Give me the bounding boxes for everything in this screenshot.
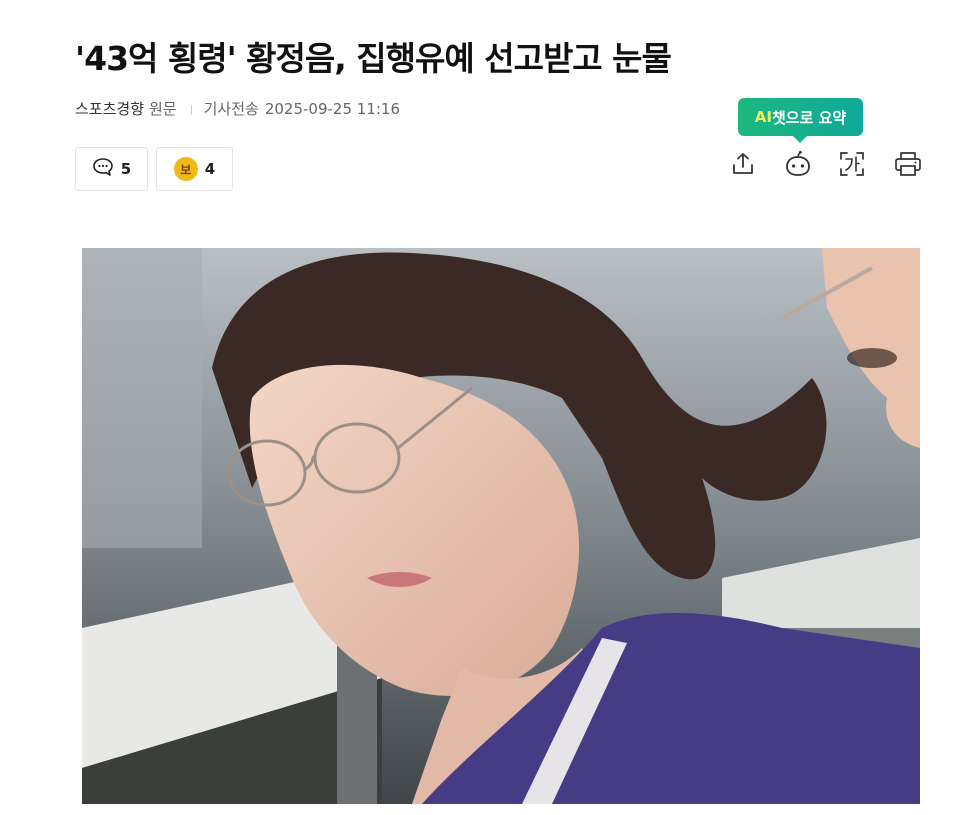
sent-time: 2025-09-25 11:16: [264, 100, 400, 118]
font-size-icon: [838, 150, 866, 182]
original-link[interactable]: 원문: [149, 100, 177, 118]
ai-summary-tooltip[interactable]: AI 챗으로 요약: [738, 98, 863, 143]
meta-divider: [190, 104, 192, 115]
ai-chat-button[interactable]: [782, 150, 814, 182]
comments-count: 5: [120, 160, 132, 178]
print-button[interactable]: [892, 150, 924, 182]
article-headline: '43억 횡령' 황정음, 집행유예 선고받고 눈물: [75, 39, 672, 78]
comment-icon: [92, 157, 114, 181]
share-icon: [730, 151, 756, 181]
ai-chat-icon: [784, 150, 812, 182]
photo-illustration: [82, 248, 920, 804]
print-icon: [893, 150, 923, 182]
reactions-count: 4: [204, 160, 216, 178]
ai-tooltip-ai-label: AI: [754, 108, 772, 126]
reaction-badge-icon: 보: [173, 157, 198, 181]
article-photo: [82, 248, 920, 804]
share-button[interactable]: [727, 150, 759, 182]
ai-tooltip-text: 챗으로 요약: [771, 108, 847, 127]
press-name[interactable]: 스포츠경향: [75, 100, 144, 118]
reactions-button[interactable]: 보 4: [156, 147, 233, 191]
comments-button[interactable]: 5: [75, 147, 148, 191]
article-meta: 스포츠경향 원문 기사전송 2025-09-25 11:16: [75, 98, 400, 119]
font-size-button[interactable]: [836, 150, 868, 182]
sent-label: 기사전송: [203, 100, 259, 118]
